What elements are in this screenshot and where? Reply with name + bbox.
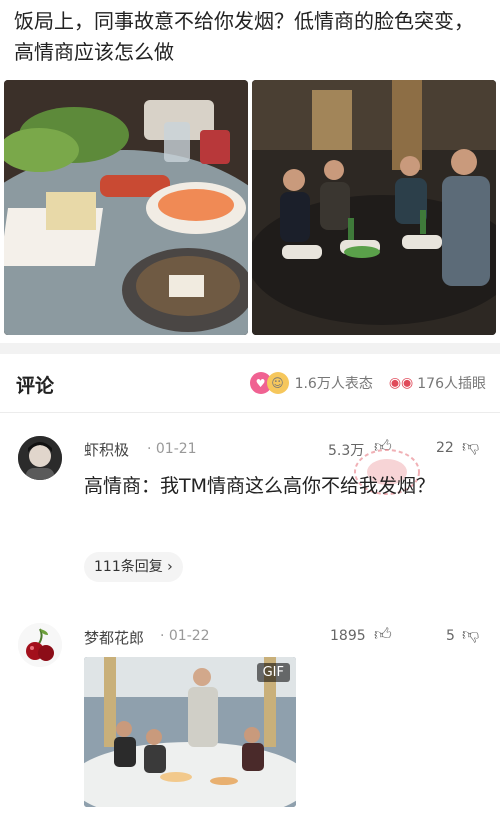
comment-date: · 01-22 — [160, 628, 210, 644]
like-count: 1895 — [330, 628, 366, 644]
reaction-stats: ♥ ☺ 1.6万人表态 ◉◉ 176人插眼 — [249, 372, 486, 394]
comment-gif-attachment[interactable]: GIF — [84, 657, 296, 807]
eyes-icon: ◉◉ — [388, 375, 414, 391]
section-separator — [0, 343, 500, 354]
hero-image-toasting-crowd[interactable] — [252, 80, 496, 335]
gif-badge: GIF — [256, 663, 290, 682]
comment-username[interactable]: 虾积极 — [84, 439, 129, 460]
hero-image-hotpot-table[interactable] — [4, 80, 248, 335]
comments-section-title: 评论 — [16, 375, 55, 397]
post-headline: 饭局上，同事故意不给你发烟？低情商的脸色突变，高情商应该怎么做 — [14, 9, 474, 64]
comment-username[interactable]: 梦都花郎 — [84, 627, 144, 648]
replies-button[interactable]: 111条回复 › — [84, 552, 183, 582]
avatar[interactable] — [18, 623, 62, 667]
thumbs-up-icon[interactable]: 👍︎ — [374, 624, 392, 645]
dislike-count: 5 — [446, 628, 455, 644]
reactions-count[interactable]: 1.6万人表态 — [295, 373, 373, 393]
toasting-crowd-illustration — [252, 80, 496, 335]
comments-divider — [0, 412, 500, 413]
comment-date: · 01-21 — [147, 441, 197, 457]
hotpot-table-illustration — [4, 80, 248, 335]
comment-text: 高情商：我TM情商这么高你不给我发烟？ — [84, 475, 436, 497]
thumbs-down-icon[interactable]: 👎︎ — [462, 624, 479, 645]
thumbs-down-icon[interactable]: 👎︎ — [462, 436, 479, 457]
stare-count[interactable]: 176人插眼 — [417, 373, 486, 393]
user-portrait-icon — [18, 436, 62, 480]
smile-reaction-icon: ☺ — [266, 372, 289, 394]
dislike-count: 22 — [436, 440, 454, 456]
cherry-icon — [18, 623, 62, 667]
avatar[interactable] — [18, 436, 62, 480]
